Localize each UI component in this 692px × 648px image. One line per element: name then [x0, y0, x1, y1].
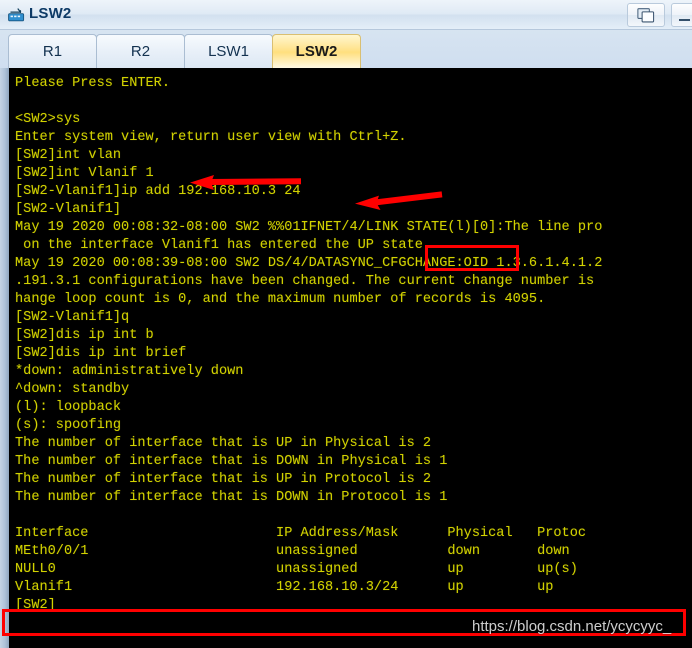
console-line: [SW2]: [15, 598, 56, 613]
console-window: LSW2 R1 R2 LSW1 LSW2 Please Press ENTER.…: [0, 0, 692, 648]
console-line: [SW2]dis ip int brief: [15, 346, 187, 361]
device-tab-bar: R1 R2 LSW1 LSW2: [0, 30, 692, 68]
window-left-frame: [0, 68, 9, 648]
console-line: [SW2]dis ip int b: [15, 328, 154, 343]
console-line: The number of interface that is DOWN in …: [15, 454, 448, 469]
console-line: [SW2-Vlanif1]: [15, 202, 122, 217]
console-line: hange loop count is 0, and the maximum n…: [15, 292, 546, 307]
console-line: Please Press ENTER.: [15, 76, 170, 91]
console-line: [SW2]int Vlanif 1: [15, 166, 154, 181]
minimize-icon: [679, 19, 690, 21]
console-line: ^down: standby: [15, 382, 130, 397]
tab-lsw1[interactable]: LSW1: [184, 34, 273, 68]
console-line: The number of interface that is DOWN in …: [15, 490, 448, 505]
tab-r1[interactable]: R1: [8, 34, 97, 68]
console-line: May 19 2020 00:08:32-08:00 SW2 %%01IFNET…: [15, 220, 603, 235]
console-line: (l): loopback: [15, 400, 122, 415]
console-line-list: Please Press ENTER. <SW2>sys Enter system…: [15, 75, 692, 615]
window-title: LSW2: [29, 5, 72, 22]
console-line: Enter system view, return user view with…: [15, 130, 407, 145]
console-line: The number of interface that is UP in Pr…: [15, 472, 432, 487]
console-line: Vlanif1 192.168.10.3/24 up up: [15, 580, 554, 595]
console-line: .191.3.1 configurations have been change…: [15, 274, 595, 289]
switch-icon: [8, 8, 25, 22]
console-line: (s): spoofing: [15, 418, 122, 433]
minimize-button[interactable]: [671, 3, 692, 27]
console-line: [SW2-Vlanif1]ip add 192.168.10.3 24: [15, 184, 301, 199]
tab-r2[interactable]: R2: [96, 34, 185, 68]
console-line: *down: administratively down: [15, 364, 244, 379]
console-line: <SW2>sys: [15, 112, 81, 127]
console-line: The number of interface that is UP in Ph…: [15, 436, 432, 451]
console-line: NULL0 unassigned up up(s): [15, 562, 578, 577]
window-titlebar: LSW2: [0, 0, 692, 30]
terminal-output[interactable]: Please Press ENTER. <SW2>sys Enter system…: [9, 68, 692, 648]
console-line: [SW2-Vlanif1]q: [15, 310, 130, 325]
console-line: [SW2]int vlan: [15, 148, 122, 163]
restore-button[interactable]: [627, 3, 665, 27]
restore-window-icon: [637, 8, 655, 23]
watermark-text: https://blog.csdn.net/ycycyyc_: [472, 618, 672, 635]
tab-lsw2[interactable]: LSW2: [272, 34, 361, 68]
console-line: May 19 2020 00:08:39-08:00 SW2 DS/4/DATA…: [15, 256, 603, 271]
console-line: on the interface Vlanif1 has entered the…: [15, 238, 432, 253]
console-line: MEth0/0/1 unassigned down down: [15, 544, 570, 559]
console-line: Interface IP Address/Mask Physical Proto…: [15, 526, 587, 541]
